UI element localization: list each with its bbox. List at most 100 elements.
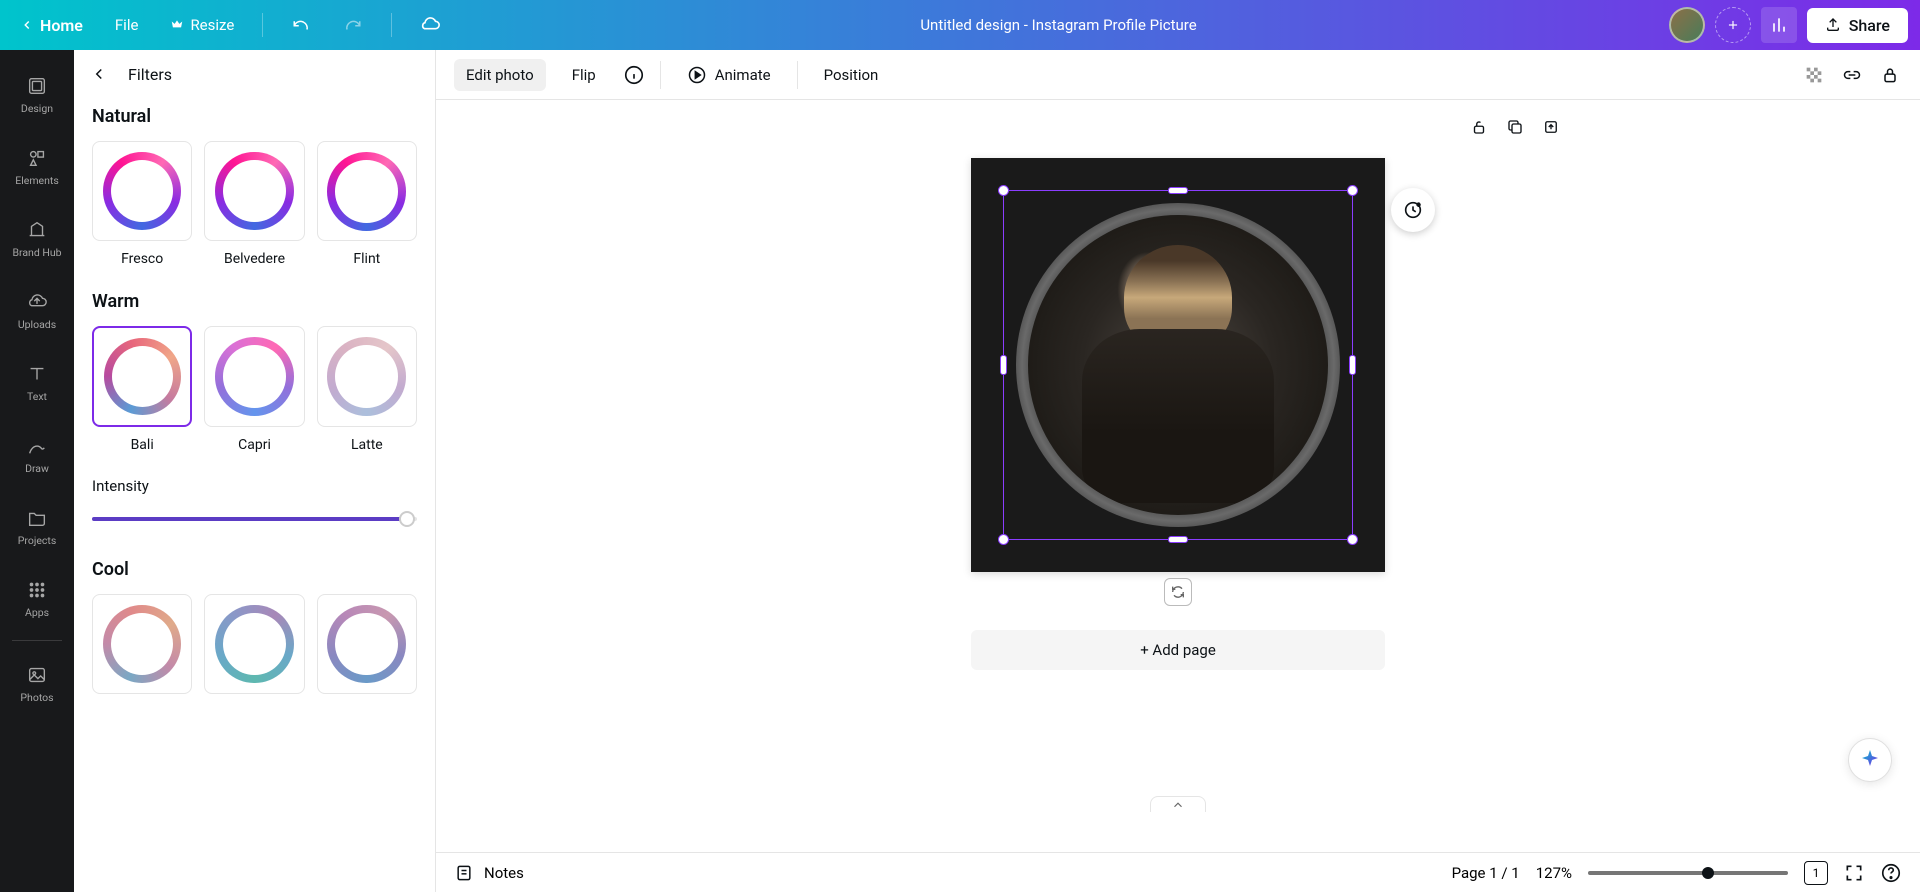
lock-open-icon [1470,118,1488,136]
filter-latte[interactable]: Latte [317,326,417,452]
filter-cool-2[interactable] [204,594,304,694]
rotate-button[interactable] [1164,578,1192,606]
info-button[interactable] [622,63,646,87]
transparency-button[interactable] [1802,63,1826,87]
flip-button[interactable]: Flip [560,59,608,91]
link-button[interactable] [1840,63,1864,87]
filter-capri[interactable]: Capri [204,326,304,452]
resize-handle-right[interactable] [1349,355,1356,375]
canvas-viewport[interactable]: + + Add page [436,100,1920,852]
zoom-percent[interactable]: 127% [1536,864,1572,882]
filters-panel: Filters Natural Fresco Belvedere Flint [74,50,436,892]
redo-button[interactable] [335,7,371,43]
projects-icon [25,506,49,530]
chart-icon [1769,15,1789,35]
notes-icon [454,863,474,883]
export-page-button[interactable] [1542,118,1560,140]
nav-photos[interactable]: Photos [0,647,74,719]
resize-label: Resize [190,16,234,34]
edit-photo-button[interactable]: Edit photo [454,59,546,91]
uploads-icon [25,290,49,314]
grid-view-button[interactable]: 1 [1804,861,1828,885]
canvas-area: Edit photo Flip Animate Position [436,50,1920,892]
nav-text[interactable]: Text [0,346,74,418]
collapse-timeline-button[interactable] [1150,796,1206,812]
nav-elements[interactable]: Elements [0,130,74,202]
regenerate-button[interactable]: + [1391,188,1435,232]
notes-button[interactable]: Notes [454,863,524,883]
add-page-button[interactable]: + Add page [971,630,1385,670]
position-button[interactable]: Position [812,59,891,91]
file-menu[interactable]: File [107,10,147,40]
resize-handle-left[interactable] [1000,355,1007,375]
label: 1 [1813,866,1820,880]
natural-grid: Fresco Belvedere Flint [92,141,417,267]
filter-belvedere[interactable]: Belvedere [204,141,304,267]
design-page[interactable]: + [971,158,1385,572]
top-header: Home File Resize Untitled design - Insta… [0,0,1920,50]
resize-menu[interactable]: Resize [162,10,242,40]
zoom-slider[interactable] [1588,871,1788,875]
share-button[interactable]: Share [1807,8,1908,43]
filter-cool-1[interactable] [92,594,192,694]
nav-projects[interactable]: Projects [0,490,74,562]
duplicate-page-button[interactable] [1506,118,1524,140]
nav-brand-hub[interactable]: Brand Hub [0,202,74,274]
section-warm-title: Warm [92,291,417,312]
add-collaborator-button[interactable] [1715,7,1751,43]
chevron-left-icon [20,18,34,32]
redo-icon [344,16,362,34]
intensity-slider[interactable] [92,509,417,529]
svg-text:+: + [1417,202,1420,208]
apps-icon [25,578,49,602]
filter-fresco[interactable]: Fresco [92,141,192,267]
transparency-icon [1803,64,1825,86]
home-button[interactable]: Home [12,10,91,41]
nav-design[interactable]: Design [0,58,74,130]
filter-cool-3[interactable] [317,594,417,694]
crown-icon [170,18,184,32]
analytics-button[interactable] [1761,7,1797,43]
lock-button[interactable] [1878,63,1902,87]
lock-icon [1880,65,1900,85]
cloud-sync-button[interactable] [412,7,448,43]
page-lock-button[interactable] [1470,118,1488,140]
filter-label: Flint [353,251,380,267]
help-button[interactable] [1880,862,1902,884]
resize-handle-bottom[interactable] [1168,536,1188,543]
photos-icon [25,663,49,687]
animate-button[interactable]: Animate [675,58,783,92]
nav-draw[interactable]: Draw [0,418,74,490]
label: + Add page [1140,641,1216,659]
nav-apps[interactable]: Apps [0,562,74,634]
home-label: Home [40,16,83,35]
label: Edit photo [466,66,534,84]
undo-button[interactable] [283,7,319,43]
ai-assistant-button[interactable] [1848,738,1892,782]
elements-icon [25,146,49,170]
user-avatar[interactable] [1669,7,1705,43]
fullscreen-button[interactable] [1844,863,1864,883]
resize-handle-bl[interactable] [998,534,1009,545]
nav-label: Elements [15,174,59,187]
link-icon [1842,65,1862,85]
document-title[interactable]: Untitled design - Instagram Profile Pict… [920,16,1196,34]
page-actions [1470,118,1560,140]
divider [797,61,798,89]
back-button[interactable] [90,65,108,83]
resize-handle-top[interactable] [1168,187,1188,194]
filter-label: Bali [131,437,154,453]
fullscreen-icon [1844,863,1864,883]
filter-bali[interactable]: Bali [92,326,192,452]
divider [660,61,661,89]
selection-box[interactable] [1003,190,1353,540]
nav-label: Design [21,102,53,115]
draw-icon [25,434,49,458]
brand-hub-icon [25,218,49,242]
filter-flint[interactable]: Flint [317,141,417,267]
resize-handle-tr[interactable] [1347,185,1358,196]
resize-handle-tl[interactable] [998,185,1009,196]
resize-handle-br[interactable] [1347,534,1358,545]
nav-uploads[interactable]: Uploads [0,274,74,346]
divider [391,13,392,37]
